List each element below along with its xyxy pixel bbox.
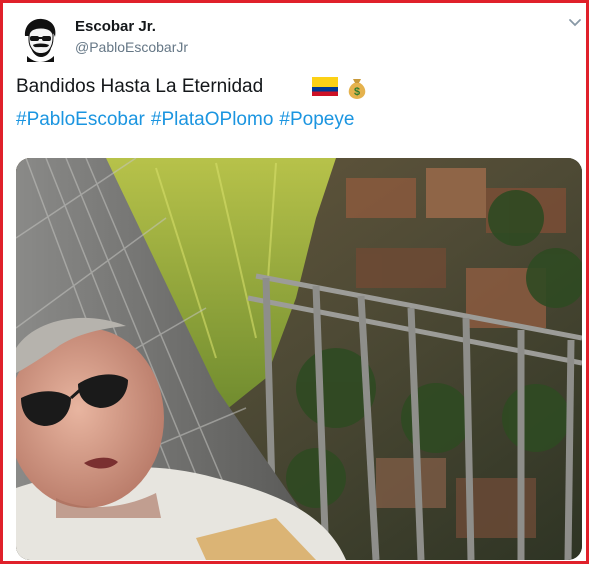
tweet-text: Bandidos Hasta La Eternidad: [16, 76, 264, 97]
hashtag-list: #PabloEscobar #PlataOPlomo #Popeye: [16, 110, 360, 129]
avatar-image: [17, 16, 63, 62]
author-handle[interactable]: @PabloEscobarJr: [75, 39, 188, 55]
hashtag-link[interactable]: #Popeye: [279, 109, 354, 130]
tweet-media-video[interactable]: [16, 158, 582, 560]
chevron-down-icon[interactable]: [566, 14, 584, 32]
author-avatar[interactable]: [17, 16, 63, 62]
author-name[interactable]: Escobar Jr.: [75, 18, 156, 35]
video-frame: [16, 158, 582, 560]
hashtag-link[interactable]: #PabloEscobar: [16, 109, 145, 130]
hashtag-link[interactable]: #PlataOPlomo: [151, 109, 274, 130]
svg-text:$: $: [354, 86, 360, 98]
colombia-flag-emoji: [312, 77, 338, 96]
tweet-card: Escobar Jr. @PabloEscobarJr Bandidos Has…: [0, 0, 589, 564]
money-bag-emoji: $: [343, 73, 371, 101]
